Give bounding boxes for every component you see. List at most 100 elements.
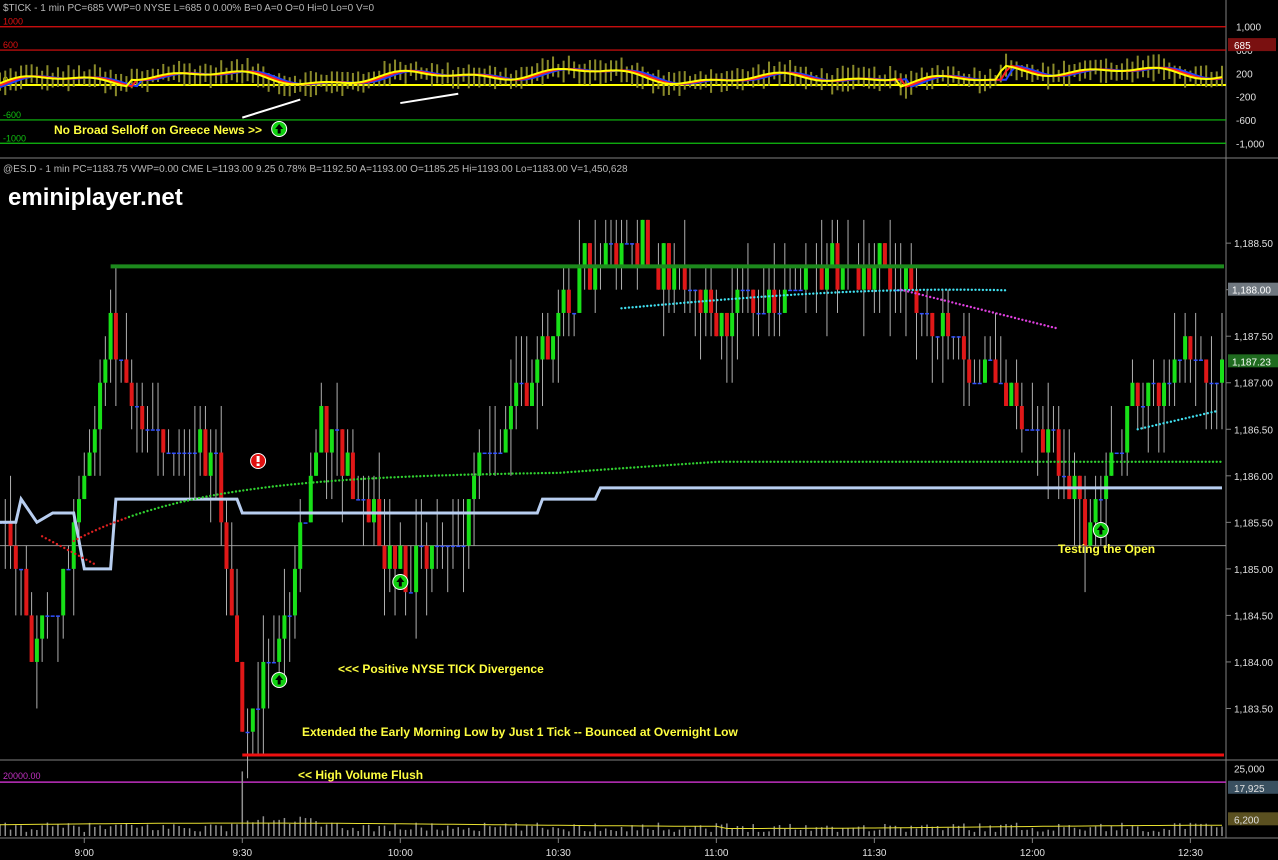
price-bar <box>735 289 740 313</box>
watermark: eminiplayer.net <box>8 184 183 211</box>
vwap-dot <box>518 472 522 475</box>
moving-average-dot <box>664 303 667 306</box>
vwap-dot <box>876 460 879 463</box>
vwap-dot <box>854 460 857 463</box>
moving-average-dot <box>683 301 686 304</box>
vwap-dot <box>452 473 455 477</box>
moving-average-dot <box>116 519 120 523</box>
moving-average-dot <box>1028 320 1031 323</box>
tick-level-label: -600 <box>3 110 21 120</box>
price-bar <box>535 359 540 383</box>
price-bar <box>382 545 387 569</box>
buy-signal-icon <box>1092 522 1109 538</box>
tick-level-label: 1000 <box>3 17 23 27</box>
price-bar <box>8 522 13 546</box>
vwap-dot <box>1204 460 1207 463</box>
price-bar <box>187 452 192 455</box>
price-bar <box>988 359 993 361</box>
tick-y-tick: 1,000 <box>1236 23 1261 34</box>
vwap-dot <box>828 460 831 463</box>
price-bar <box>803 266 808 290</box>
price-bar <box>940 312 945 337</box>
moving-average-dot <box>77 554 81 557</box>
price-bar <box>619 243 624 267</box>
vwap-dot <box>363 477 367 480</box>
vwap-dot <box>802 460 805 463</box>
price-bar <box>440 545 445 548</box>
price-bar <box>66 568 71 571</box>
vwap-dot <box>1163 460 1167 463</box>
moving-average-dot <box>760 295 763 298</box>
moving-average-dot <box>756 295 760 299</box>
volume-level-label: 20000.00 <box>3 771 41 781</box>
moving-average-dot <box>1151 424 1154 428</box>
vwap-dot <box>964 460 968 463</box>
vwap-dot <box>127 515 131 519</box>
moving-average-dot <box>1047 325 1050 328</box>
vwap-dot <box>559 471 562 474</box>
vwap-dot <box>1175 460 1178 463</box>
vwap-dot <box>795 460 798 463</box>
price-bar <box>119 359 124 361</box>
price-bar <box>156 429 161 431</box>
moving-average-dot <box>1006 314 1009 318</box>
moving-average-dot <box>966 288 970 291</box>
price-bar <box>414 545 419 593</box>
moving-average-dot <box>81 556 84 559</box>
warning-signal-icon <box>250 453 267 469</box>
vwap-dot <box>190 498 193 501</box>
vwap-dot <box>843 460 846 463</box>
moving-average-dot <box>1010 315 1013 319</box>
price-bar <box>967 359 972 383</box>
moving-average-dot <box>694 300 697 304</box>
vwap-dot <box>1130 460 1134 463</box>
vwap-dot <box>891 460 894 463</box>
vwap-dot <box>492 472 496 476</box>
vwap-dot <box>1071 460 1075 463</box>
moving-average-dot <box>98 527 101 530</box>
vwap-dot <box>562 471 566 474</box>
vwap-dot <box>1009 460 1012 463</box>
price-bar <box>398 545 403 569</box>
vwap-dot <box>684 462 687 466</box>
moving-average-dot <box>812 292 815 295</box>
vwap-dot <box>1038 460 1042 463</box>
vwap-dot <box>290 483 293 486</box>
vwap-dot <box>551 471 555 475</box>
moving-average-dot <box>635 305 638 309</box>
price-bar <box>150 429 155 431</box>
vwap-dot <box>1167 460 1171 463</box>
price-bar <box>645 219 650 267</box>
moving-average-dot <box>668 302 671 306</box>
vwap-dot <box>640 465 643 469</box>
vwap-dot <box>467 473 470 476</box>
price-bar <box>498 452 503 455</box>
moving-average-dot <box>638 305 642 308</box>
vwap-dot <box>1145 460 1148 463</box>
moving-average-dot <box>730 297 734 301</box>
vwap-dot <box>293 483 297 486</box>
moving-average-dot <box>1184 417 1187 420</box>
moving-average-dot <box>59 544 62 548</box>
vwap-dot <box>172 502 175 506</box>
vwap-dot <box>537 472 540 475</box>
price-bar <box>224 522 229 569</box>
vwap-dot <box>426 474 429 478</box>
price-bar <box>92 429 97 453</box>
moving-average-dot <box>954 302 958 305</box>
price-bar <box>1183 336 1188 360</box>
vwap-dot <box>898 460 901 463</box>
price-bar <box>87 452 92 476</box>
vwap-dot <box>695 462 699 465</box>
price-bar <box>1119 452 1124 455</box>
price-bar <box>145 429 150 431</box>
price-bar <box>245 731 250 734</box>
moving-average-dot <box>649 304 653 307</box>
vwap-dot <box>1060 460 1064 463</box>
vwap-dot <box>507 472 510 475</box>
vwap-dot <box>404 475 407 478</box>
moving-average-dot <box>878 289 881 292</box>
vwap-dot <box>1016 460 1019 463</box>
moving-average-dot <box>852 290 855 293</box>
vwap-dot <box>1116 460 1119 463</box>
